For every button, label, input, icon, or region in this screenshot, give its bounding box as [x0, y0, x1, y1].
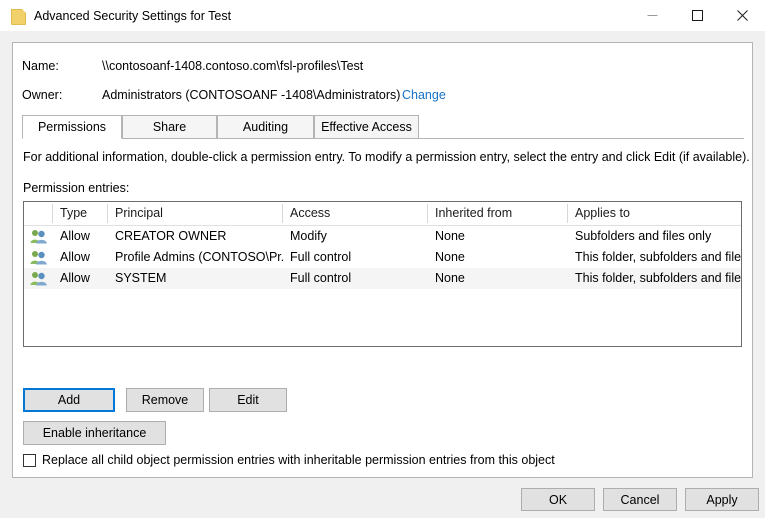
cell-type: Allow — [54, 226, 109, 247]
table-row[interactable]: Allow CREATOR OWNER Modify None Subfolde… — [24, 226, 741, 247]
checkbox-box[interactable] — [23, 454, 36, 467]
tab-strip: Permissions Share Auditing Effective Acc… — [22, 115, 744, 139]
apply-button[interactable]: Apply — [685, 488, 759, 511]
cell-applies-to: This folder, subfolders and files — [569, 268, 742, 289]
folder-icon — [10, 8, 26, 24]
cell-access: Full control — [284, 247, 429, 268]
enable-inheritance-button[interactable]: Enable inheritance — [23, 421, 166, 445]
cell-principal: SYSTEM — [109, 268, 284, 289]
users-group-icon — [30, 250, 47, 265]
cell-inherited-from: None — [429, 268, 569, 289]
cancel-button[interactable]: Cancel — [603, 488, 677, 511]
cell-inherited-from: None — [429, 247, 569, 268]
tab-share[interactable]: Share — [122, 115, 217, 139]
minimize-button[interactable] — [630, 0, 675, 31]
cell-principal: Profile Admins (CONTOSO\Pr... — [109, 247, 284, 268]
replace-child-permissions-checkbox[interactable]: Replace all child object permission entr… — [23, 453, 555, 467]
name-label: Name: — [22, 59, 59, 73]
tab-effective-access[interactable]: Effective Access — [314, 115, 419, 139]
maximize-button[interactable] — [675, 0, 720, 31]
permission-entries-list[interactable]: Type Principal Access Inherited from App… — [23, 201, 742, 347]
column-header-type[interactable]: Type — [54, 202, 109, 225]
instruction-text: For additional information, double-click… — [23, 150, 750, 164]
cell-access: Modify — [284, 226, 429, 247]
owner-label: Owner: — [22, 88, 62, 102]
tab-permissions[interactable]: Permissions — [22, 115, 122, 139]
close-button[interactable] — [720, 0, 765, 31]
advanced-security-panel: Name: \\contosoanf-1408.contoso.com\fsl-… — [12, 42, 753, 478]
cell-principal: CREATOR OWNER — [109, 226, 284, 247]
checkbox-label: Replace all child object permission entr… — [42, 453, 555, 467]
ok-button[interactable]: OK — [521, 488, 595, 511]
edit-button[interactable]: Edit — [209, 388, 287, 412]
tab-auditing[interactable]: Auditing — [217, 115, 314, 139]
permission-entries-label: Permission entries: — [23, 181, 129, 195]
cell-applies-to: This folder, subfolders and files — [569, 247, 742, 268]
cell-inherited-from: None — [429, 226, 569, 247]
name-value: \\contosoanf-1408.contoso.com\fsl-profil… — [102, 59, 363, 73]
remove-button[interactable]: Remove — [126, 388, 204, 412]
column-header-inherited-from[interactable]: Inherited from — [429, 202, 569, 225]
table-row[interactable]: Allow SYSTEM Full control None This fold… — [24, 268, 741, 289]
cell-type: Allow — [54, 268, 109, 289]
column-header-principal[interactable]: Principal — [109, 202, 284, 225]
cell-type: Allow — [54, 247, 109, 268]
users-group-icon — [30, 271, 47, 286]
table-row[interactable]: Allow Profile Admins (CONTOSO\Pr... Full… — [24, 247, 741, 268]
list-body: Allow CREATOR OWNER Modify None Subfolde… — [24, 226, 741, 289]
cell-applies-to: Subfolders and files only — [569, 226, 742, 247]
add-button[interactable]: Add — [23, 388, 115, 412]
window-title: Advanced Security Settings for Test — [34, 9, 231, 23]
title-bar: Advanced Security Settings for Test — [0, 0, 765, 31]
change-owner-link[interactable]: Change — [402, 88, 446, 102]
window-controls — [630, 0, 765, 31]
list-header-row: Type Principal Access Inherited from App… — [24, 202, 741, 226]
cell-access: Full control — [284, 268, 429, 289]
users-group-icon — [30, 229, 47, 244]
column-header-applies-to[interactable]: Applies to — [569, 202, 739, 225]
column-header-access[interactable]: Access — [284, 202, 429, 225]
owner-value: Administrators (CONTOSOANF -1408\Adminis… — [102, 88, 400, 102]
